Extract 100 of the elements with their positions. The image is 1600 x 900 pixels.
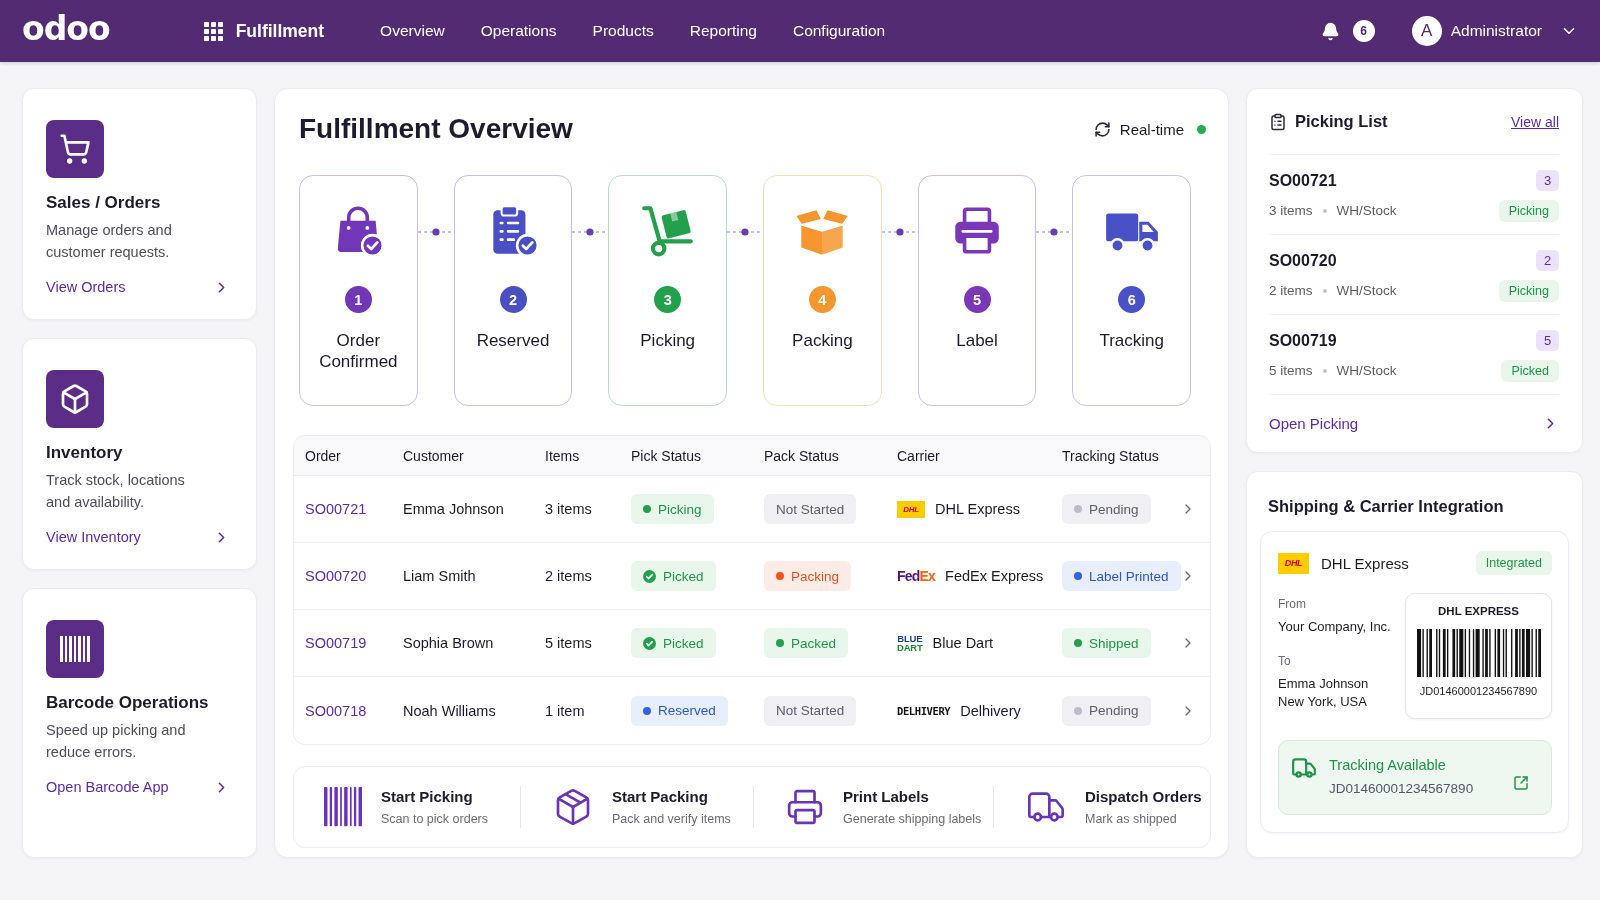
carrier-logo: DHL (897, 500, 925, 518)
step-label: Order Confirmed (318, 330, 399, 372)
step-card[interactable]: 4 Packing (763, 175, 882, 406)
to-label: To (1278, 654, 1292, 668)
printer-icon (786, 788, 824, 826)
user-avatar[interactable]: A (1411, 16, 1442, 46)
card-link[interactable]: View Inventory (46, 527, 141, 547)
nav-item[interactable]: Operations (480, 20, 557, 42)
picking-order-link[interactable]: SO00719 (1269, 331, 1337, 350)
step-label: Picking (639, 330, 697, 351)
label-tracking-number: JD01460001234567890 (1419, 685, 1538, 697)
item-count: 2 items (545, 568, 592, 584)
carrier-logo: DELHIVERY (897, 704, 951, 717)
column-header: Order (305, 447, 342, 464)
status-text: Reserved (658, 703, 716, 718)
location-text: WH/Stock (1336, 363, 1397, 378)
column-header: Carrier (897, 447, 941, 464)
order-link[interactable]: SO00718 (305, 702, 367, 719)
item-count: 3 items (545, 501, 592, 517)
refresh-icon[interactable] (1093, 120, 1111, 138)
column-header: Pack Status (764, 447, 840, 464)
card-title: Sales / Orders (46, 192, 162, 214)
cube-icon (46, 370, 104, 428)
nav-item[interactable]: Configuration (792, 20, 886, 42)
action-link[interactable]: Dispatch Orders (1085, 788, 1202, 805)
tracking-title: Tracking Available (1329, 757, 1447, 773)
status-tag: Picking (1498, 279, 1559, 302)
action-description: Generate shipping labels (843, 812, 982, 826)
status-text: Label Printed (1089, 568, 1169, 584)
step-card[interactable]: 3 Picking (608, 175, 727, 406)
step-card[interactable]: 5 Label (917, 175, 1037, 406)
item-count: 5 items (1269, 363, 1313, 378)
action-description: Scan to pick orders (381, 812, 488, 826)
action-link[interactable]: Start Packing (612, 788, 731, 805)
bullet-icon (1322, 208, 1327, 213)
dashed-connector-icon (881, 228, 918, 236)
notification-bell-icon[interactable] (1320, 21, 1340, 41)
column-header: Tracking Status (1062, 447, 1160, 464)
card-link[interactable]: Open Barcode App (46, 777, 169, 797)
recipient-address: Emma Johnson New York, USA (1278, 675, 1370, 711)
column-header: Items (545, 447, 581, 464)
bullet-icon (1322, 368, 1327, 373)
cart-icon (46, 120, 104, 178)
carrier-logo: DHL (1278, 552, 1309, 574)
item-count: 3 items (1269, 203, 1313, 218)
realtime-label: Real-time (1119, 120, 1184, 138)
quantity-tag: 2 (1536, 250, 1559, 271)
step-number: 3 (654, 286, 682, 313)
order-link[interactable]: SO00719 (305, 635, 367, 651)
status-text: Not Started (776, 501, 845, 517)
status-text: Shipped (1089, 635, 1139, 651)
order-link[interactable]: SO00721 (305, 501, 367, 517)
card-description: Track stock, locations and availability. (46, 471, 186, 512)
view-all-link[interactable]: View all (1511, 113, 1559, 130)
step-label: Reserved (475, 330, 551, 351)
nav-item[interactable]: Overview (380, 20, 445, 42)
status-text: Pending (1089, 703, 1139, 718)
check-circle-icon (643, 569, 656, 583)
column-header: Customer (403, 447, 465, 464)
dashed-connector-icon (727, 228, 763, 236)
dashed-connector-icon (417, 228, 454, 236)
sender-address: Your Company, Inc. (1278, 618, 1391, 636)
card-title: Picking List (1295, 112, 1388, 131)
app-title: Fulfillment (235, 20, 325, 42)
status-tag: Picking (1498, 199, 1559, 222)
step-label: Label (955, 330, 999, 351)
picking-order-link[interactable]: SO00721 (1269, 171, 1337, 190)
nav-item[interactable]: Reporting (689, 20, 757, 42)
step-number: 4 (808, 286, 836, 313)
status-text: Picked (663, 635, 704, 651)
status-dot-icon (1074, 505, 1082, 513)
card-link[interactable]: View Orders (46, 277, 126, 297)
step-number: 2 (499, 286, 527, 313)
action-link[interactable]: Print Labels (843, 788, 982, 805)
step-card[interactable]: 2 Reserved (453, 175, 573, 406)
step-number: 1 (344, 286, 372, 313)
step-number: 6 (1118, 286, 1146, 313)
item-count: 1 item (545, 702, 585, 719)
apps-menu-icon[interactable] (203, 21, 223, 41)
action-link[interactable]: Start Picking (381, 788, 488, 805)
brand-logo[interactable]: odoo (22, 11, 110, 51)
step-card[interactable]: 6 Tracking (1072, 175, 1192, 406)
card-title: Barcode Operations (46, 692, 210, 714)
order-link[interactable]: SO00720 (305, 568, 367, 584)
nav-item[interactable]: Products (592, 20, 654, 42)
picking-order-link[interactable]: SO00720 (1269, 251, 1337, 270)
user-menu[interactable]: Administrator (1450, 22, 1578, 40)
carrier-logo: BLUE DART (897, 633, 923, 653)
step-label: Packing (791, 330, 854, 351)
item-count: 5 items (545, 635, 592, 651)
status-text: Packing (791, 568, 840, 584)
status-tag: Picked (1501, 359, 1559, 382)
truck-icon (1291, 755, 1317, 781)
carrier-logo: FedEx (897, 568, 936, 584)
step-card[interactable]: 1 Order Confirmed (299, 175, 418, 406)
open-picking-link[interactable]: Open Picking (1269, 413, 1359, 434)
external-link-icon[interactable] (1513, 775, 1529, 791)
status-dot-icon (643, 706, 651, 715)
carrier-name: Blue Dart (932, 635, 994, 651)
carrier-name: DHL Express (1321, 554, 1409, 572)
